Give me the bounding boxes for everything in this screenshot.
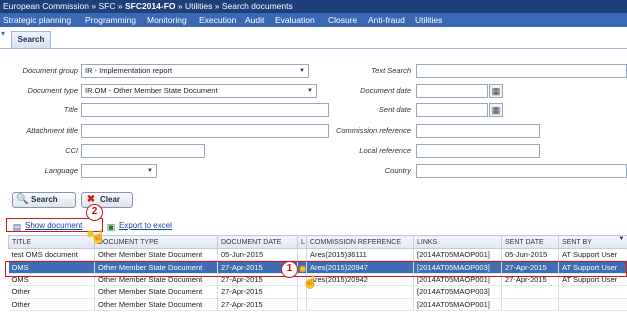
breadcrumb-separator: » — [117, 1, 123, 11]
table-cell: Other Member State Document — [94, 248, 218, 262]
commission-reference-label: Commission reference — [335, 126, 411, 135]
breadcrumb-item-utilities[interactable]: Utilities — [185, 1, 212, 11]
local-reference-label: Local reference — [359, 146, 411, 155]
breadcrumb: European Commission » SFC » SFC2014-FO »… — [0, 0, 627, 13]
column-header[interactable]: SENT BY — [558, 235, 627, 249]
calendar-icon[interactable]: ▦ — [489, 103, 503, 117]
commission-reference-field[interactable] — [416, 124, 540, 138]
export-excel-link[interactable]: ▣ Export to excel — [106, 221, 172, 232]
table-cell: [2014AT05MAOP001] — [413, 248, 502, 262]
breadcrumb-item-sfc[interactable]: SFC — [98, 1, 115, 11]
attachment-title-field[interactable] — [81, 124, 329, 138]
export-excel-label: Export to excel — [119, 221, 172, 230]
callout-badge: 1 — [281, 261, 298, 278]
country-label: Country — [384, 166, 411, 175]
column-header[interactable]: DOCUMENT TYPE — [94, 235, 218, 249]
table-cell — [558, 298, 627, 311]
menu-execution[interactable]: Execution — [199, 13, 236, 27]
main-menu: Strategic planning Programming Monitorin… — [0, 13, 627, 27]
attachment-title-label: Attachment title — [26, 126, 78, 135]
clear-button-label: Clear — [100, 195, 121, 204]
language-label: Language — [44, 166, 78, 175]
callout-badge: 2 — [86, 204, 103, 221]
document-date-label: Document date — [360, 86, 411, 95]
table-cell: 05-Jun-2015 — [501, 248, 559, 262]
table-cell: AT Support User — [558, 248, 627, 262]
table-cell — [501, 285, 559, 299]
table-cell — [501, 298, 559, 311]
cci-field[interactable] — [81, 144, 205, 158]
sent-date-field[interactable] — [416, 103, 488, 117]
column-header[interactable]: SENT DATE — [501, 235, 559, 249]
hand-cursor-icon: ☝ — [90, 229, 107, 244]
table-row[interactable]: Other Other Member State Document 27-Apr-2… — [8, 298, 627, 311]
table-cell: Other — [8, 298, 95, 311]
table-cell — [306, 285, 414, 299]
breadcrumb-separator: » — [214, 1, 220, 11]
search-button-label: Search — [31, 195, 58, 204]
breadcrumb-item-sfc2014[interactable]: SFC2014-FO — [125, 1, 176, 11]
menu-evaluation[interactable]: Evaluation — [275, 13, 315, 27]
table-cell: 27-Apr-2015 — [217, 285, 298, 299]
hand-cursor-icon: ☝ — [302, 274, 319, 289]
breadcrumb-item-ec[interactable]: European Commission — [3, 1, 89, 11]
table-cell — [558, 285, 627, 299]
calendar-icon[interactable]: ▦ — [489, 84, 503, 98]
breadcrumb-item-current: Search documents — [221, 1, 293, 11]
document-group-label: Document group — [22, 66, 78, 75]
column-header[interactable]: LINKS — [413, 235, 502, 249]
document-group-select[interactable]: IR - Implementation report — [81, 64, 309, 78]
column-header[interactable]: L — [297, 235, 307, 249]
table-cell — [297, 298, 307, 311]
table-cell: [2014AT05MAOP001] — [413, 298, 502, 311]
document-group-value: IR - Implementation report — [85, 66, 173, 75]
column-header[interactable]: DOCUMENT DATE — [217, 235, 298, 249]
table-cell: 27-Apr-2015 — [217, 298, 298, 311]
sent-date-label: Sent date — [378, 105, 411, 114]
table-row[interactable]: test OMS document Other Member State Docu… — [8, 248, 627, 262]
table-cell: Ares(2015)36111 — [306, 248, 414, 262]
menu-strategic-planning[interactable]: Strategic planning — [3, 13, 71, 27]
breadcrumb-separator: » — [91, 1, 97, 11]
table-cell: Other — [8, 285, 95, 299]
search-icon: 🔍 — [16, 194, 29, 205]
cci-label: CCI — [65, 146, 78, 155]
menu-audit[interactable]: Audit — [245, 13, 264, 27]
language-select[interactable] — [81, 164, 157, 178]
breadcrumb-separator: » — [177, 1, 183, 11]
menu-monitoring[interactable]: Monitoring — [147, 13, 187, 27]
tab-divider — [0, 48, 627, 49]
menu-anti-fraud[interactable]: Anti-fraud — [368, 13, 405, 27]
table-cell: 05-Jun-2015 — [217, 248, 298, 262]
table-cell — [297, 248, 307, 262]
table-cell: test OMS document — [8, 248, 95, 262]
menu-closure[interactable]: Closure — [328, 13, 357, 27]
local-reference-field[interactable] — [416, 144, 540, 158]
table-cell: [2014AT05MAOP003] — [413, 285, 502, 299]
search-button[interactable]: 🔍 Search — [12, 192, 76, 208]
excel-icon: ▣ — [106, 222, 116, 232]
menu-utilities[interactable]: Utilities — [415, 13, 442, 27]
title-field[interactable] — [81, 103, 329, 117]
document-date-field[interactable] — [416, 84, 488, 98]
document-type-select[interactable]: IR.OM - Other Member State Document — [81, 84, 317, 98]
table-cell: Other Member State Document — [94, 298, 218, 311]
country-field[interactable] — [416, 164, 627, 178]
collapse-icon[interactable]: ▾ — [1, 29, 10, 38]
document-type-value: IR.OM - Other Member State Document — [85, 86, 218, 95]
menu-programming[interactable]: Programming — [85, 13, 136, 27]
document-type-label: Document type — [27, 86, 78, 95]
tab-search[interactable]: Search — [11, 31, 51, 48]
text-search-field[interactable] — [416, 64, 627, 78]
table-cell — [306, 298, 414, 311]
title-label: Title — [63, 105, 78, 114]
table-cell: Other Member State Document — [94, 285, 218, 299]
text-search-label: Text Search — [371, 66, 411, 75]
column-header[interactable]: TITLE — [8, 235, 95, 249]
column-header[interactable]: COMMISSION REFERENCE — [306, 235, 414, 249]
